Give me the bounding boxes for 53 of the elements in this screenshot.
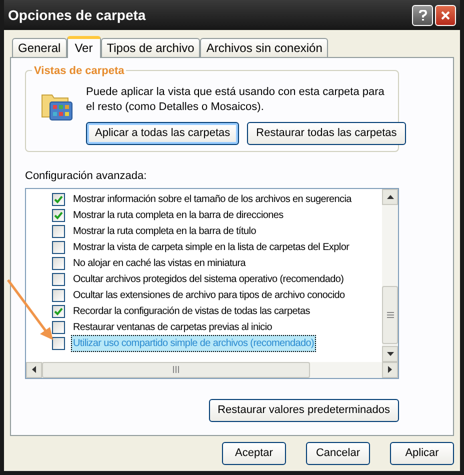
checkbox[interactable] <box>52 289 65 302</box>
setting-label[interactable]: Mostrar la ruta completa en la barra de título <box>71 223 258 240</box>
checkbox[interactable] <box>52 209 65 222</box>
checkbox[interactable] <box>52 305 65 318</box>
tab[interactable]: Tipos de archivo <box>100 38 200 57</box>
setting-label[interactable]: Mostrar información sobre el tamaño de los archivos en sugerencia <box>71 191 354 208</box>
setting-label[interactable]: Mostrar la vista de carpeta simple en la lista de carpetas del Explor <box>71 239 352 256</box>
checkbox[interactable] <box>52 321 65 334</box>
grip-icon <box>386 312 394 318</box>
scroll-down-button[interactable] <box>382 346 398 362</box>
left-arrow-icon <box>32 366 36 373</box>
scroll-left-button[interactable] <box>26 362 42 378</box>
grip-icon <box>173 366 179 373</box>
setting-label[interactable]: Mostrar la ruta completa en la barra de direcciones <box>71 207 286 224</box>
right-arrow-icon <box>388 366 392 373</box>
setting-label[interactable]: Ocultar archivos protegidos del sistema operativo (recomendado) <box>71 271 346 288</box>
setting-label[interactable]: Restaurar ventanas de carpetas previas al inicio <box>71 319 274 336</box>
tab[interactable]: Ver <box>66 36 101 58</box>
setting-label[interactable]: Ocultar las extensiones de archivo para tipos de archivo conocido <box>71 287 347 304</box>
checkbox[interactable] <box>52 337 65 350</box>
close-button[interactable] <box>435 4 456 26</box>
group-title: Vistas de carpeta <box>32 63 126 80</box>
down-arrow-icon <box>386 352 394 356</box>
description: Puede aplicar la vista que está usando con esta carpeta para el resto (como Detalles o Mosaicos). <box>86 85 386 115</box>
scroll-up-button[interactable] <box>382 188 398 204</box>
help-button[interactable] <box>412 4 433 26</box>
scroll-right-button[interactable] <box>382 362 398 378</box>
restore-defaults-button[interactable]: Restaurar valores predeterminados <box>208 398 399 422</box>
tab[interactable]: Archivos sin conexión <box>200 38 328 57</box>
question-mark-icon <box>418 10 426 20</box>
dialog-button[interactable]: Cancelar <box>306 442 370 465</box>
setting-label[interactable]: Recordar la configuración de vistas de todas las carpetas <box>71 303 312 320</box>
setting-label[interactable]: No alojar en caché las vistas en miniatura <box>71 255 248 272</box>
checkbox[interactable] <box>52 257 65 270</box>
apply-button[interactable]: Aplicar a todas las carpetas <box>86 122 240 145</box>
vertical-scrollbar[interactable] <box>382 188 398 362</box>
dialog-button[interactable]: Aplicar <box>390 442 454 465</box>
scrollbar-thumb[interactable] <box>382 286 398 344</box>
apply-button[interactable]: Restaurar todas las carpetas <box>247 122 406 145</box>
close-icon <box>441 10 450 20</box>
checkbox[interactable] <box>52 273 65 286</box>
dialog-button[interactable]: Aceptar <box>222 442 286 465</box>
section-label: Configuración avanzada: <box>25 169 148 184</box>
scrollbar-thumb[interactable] <box>42 362 310 378</box>
checkbox[interactable] <box>52 225 65 238</box>
checkbox[interactable] <box>52 193 65 206</box>
window-title: Opciones de carpeta <box>8 6 146 25</box>
checkmark-icon <box>54 307 63 316</box>
up-arrow-icon <box>386 194 394 198</box>
tab[interactable]: General <box>12 38 67 57</box>
arrow-annotation <box>6 278 56 342</box>
checkbox[interactable] <box>52 241 65 254</box>
horizontal-scrollbar[interactable] <box>26 362 398 378</box>
